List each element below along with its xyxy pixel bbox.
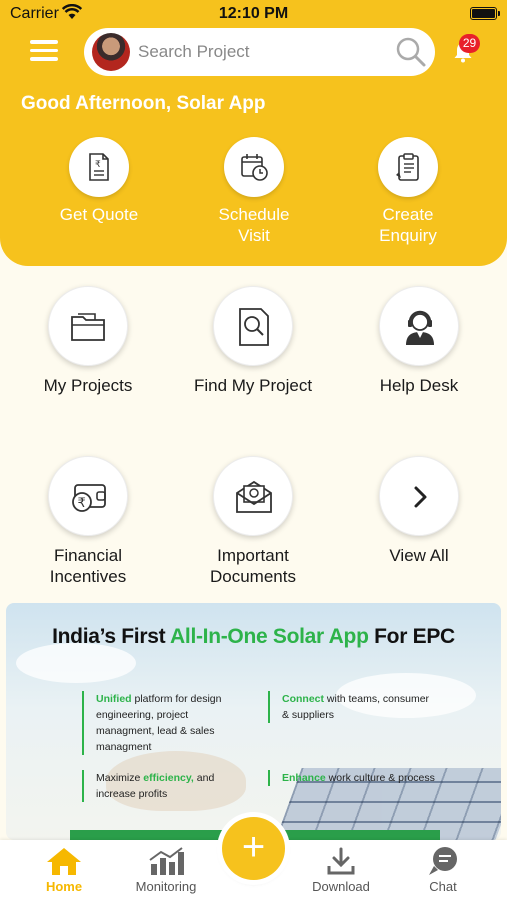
tab-label: Monitoring: [135, 879, 197, 894]
tile-circle: [48, 286, 128, 366]
status-bar: Carrier 12:10 PM: [0, 0, 507, 28]
important-documents-tile[interactable]: Important Documents: [178, 456, 328, 587]
quote-document-icon: ₹: [89, 153, 109, 181]
battery-icon: [470, 7, 500, 20]
headset-agent-icon: [406, 310, 434, 345]
tile-label: Important Documents: [210, 546, 296, 586]
tile-label: Help Desk: [379, 376, 459, 395]
bar-chart-icon: [149, 847, 184, 875]
tile-circle: [379, 456, 459, 536]
quick-action-label: Get Quote: [59, 205, 139, 224]
chat-icon: [429, 847, 457, 875]
tile-label: Financial Incentives: [49, 546, 127, 586]
hamburger-icon-line: [30, 40, 58, 44]
svg-text:₹: ₹: [78, 496, 86, 511]
notification-badge: 29: [459, 34, 480, 53]
quick-action-label: Create Enquiry: [379, 205, 437, 245]
greeting-text: Good Afternoon, Solar App: [21, 93, 266, 114]
tile-label: View All: [389, 546, 449, 565]
rupee-wallet-icon: ₹: [72, 484, 106, 512]
quick-action-circle: [378, 137, 438, 197]
quick-action-circle: [224, 137, 284, 197]
my-projects-tile[interactable]: My Projects: [13, 286, 163, 396]
quick-action-label: Schedule Visit: [218, 205, 290, 245]
envelope-document-icon: [236, 480, 272, 513]
svg-text:₹: ₹: [95, 160, 101, 170]
tab-label: Home: [45, 879, 83, 894]
view-all-tile[interactable]: View All: [344, 456, 494, 566]
help-desk-tile[interactable]: Help Desk: [344, 286, 494, 396]
financial-incentives-tile[interactable]: ₹ Financial Incentives: [13, 456, 163, 587]
home-icon: [47, 848, 81, 875]
tab-label: Download: [312, 879, 370, 894]
search-icon[interactable]: [395, 36, 427, 68]
tab-download[interactable]: Download: [296, 846, 386, 894]
add-button[interactable]: +: [222, 817, 285, 880]
tab-chat[interactable]: Chat: [398, 846, 488, 894]
document-search-icon: [239, 308, 269, 346]
chevron-right-icon: [414, 486, 427, 508]
find-my-project-tile[interactable]: Find My Project: [178, 286, 328, 396]
tile-circle: [213, 286, 293, 366]
tile-label: Find My Project: [193, 376, 313, 395]
banner-feature: Enhance work culture & process: [268, 770, 438, 786]
tile-label: My Projects: [43, 376, 133, 395]
tile-circle: [379, 286, 459, 366]
menu-button[interactable]: [30, 40, 58, 64]
plus-icon: +: [241, 825, 266, 869]
folder-icon: [71, 313, 105, 341]
get-quote-button[interactable]: ₹ Get Quote: [39, 137, 159, 225]
download-icon: [327, 847, 355, 875]
banner-title: India’s First All-In-One Solar App For E…: [52, 625, 455, 648]
header: Carrier 12:10 PM 29 Good Afternoon, Sola…: [0, 0, 507, 266]
banner-feature: Connect with teams, consumer & suppliers: [268, 691, 438, 723]
tab-label: Chat: [429, 879, 457, 894]
cloud-decoration: [16, 643, 136, 683]
search-input[interactable]: [138, 36, 388, 68]
banner-feature: Unified platform for design engineering,…: [82, 691, 242, 755]
hamburger-icon-line: [30, 57, 58, 61]
search-bar: [84, 28, 435, 76]
create-enquiry-button[interactable]: Create Enquiry: [348, 137, 468, 246]
quick-action-circle: ₹: [69, 137, 129, 197]
banner-feature: Maximize efficiency, and increase profit…: [82, 770, 242, 802]
schedule-visit-button[interactable]: Schedule Visit: [194, 137, 314, 246]
clipboard-icon: [396, 153, 419, 181]
promo-banner[interactable]: India’s First All-In-One Solar App For E…: [6, 603, 501, 840]
avatar[interactable]: [92, 33, 130, 71]
calendar-clock-icon: [241, 154, 268, 181]
hamburger-icon-line: [30, 48, 58, 52]
tab-monitoring[interactable]: Monitoring: [121, 846, 211, 894]
status-time: 12:10 PM: [218, 5, 289, 22]
tab-home[interactable]: Home: [19, 846, 109, 894]
tile-circle: [213, 456, 293, 536]
tile-circle: ₹: [48, 456, 128, 536]
